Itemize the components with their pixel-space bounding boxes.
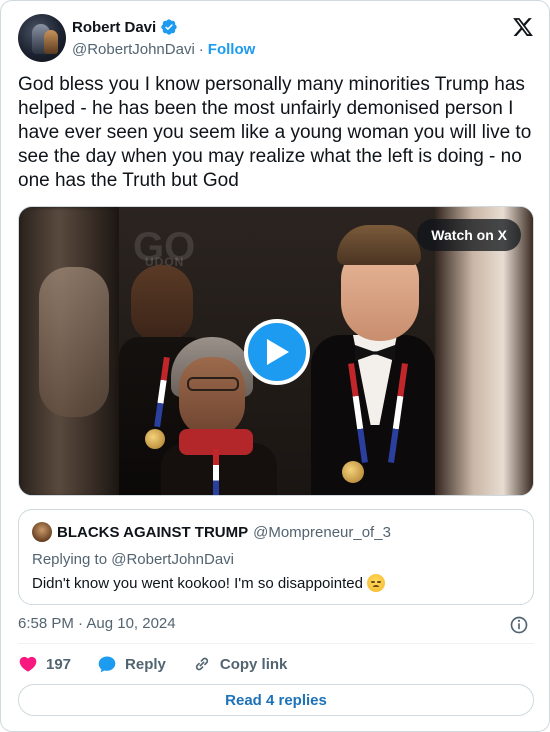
person-center-face: [179, 357, 245, 437]
quoted-author-avatar: [32, 522, 52, 542]
like-button[interactable]: 197: [18, 654, 71, 674]
author-avatar[interactable]: [18, 14, 66, 62]
x-logo-icon[interactable]: [512, 16, 534, 38]
author-handle[interactable]: @RobertJohnDavi: [72, 41, 195, 58]
quoted-tweet[interactable]: BLACKS AGAINST TRUMP @Mompreneur_of_3 Re…: [18, 509, 534, 605]
tweet-timestamp[interactable]: 6:58 PM · Aug 10, 2024: [18, 615, 176, 632]
person-left-head: [131, 265, 193, 341]
copy-link-button[interactable]: Copy link: [192, 654, 288, 674]
author-handle-row: @RobertJohnDavi · Follow: [72, 41, 255, 58]
watch-on-x-button[interactable]: Watch on X: [417, 219, 521, 251]
separator-dot: ·: [198, 41, 204, 58]
quoted-text-row: Didn't know you went kookoo! I'm so disa…: [32, 574, 385, 592]
action-bar: 197 Reply Copy link: [18, 653, 313, 675]
author-name[interactable]: Robert Davi: [72, 19, 156, 36]
tweet-text: God bless you I know personally many min…: [18, 74, 532, 191]
disappointed-face-icon: [366, 574, 385, 592]
tweet-embed-card: Robert Davi @RobertJohnDavi · Follow God…: [0, 0, 550, 732]
tweet-header: Robert Davi @RobertJohnDavi · Follow: [18, 14, 534, 62]
play-button[interactable]: [244, 319, 310, 385]
video-thumbnail[interactable]: GO UDON Watch on X: [18, 206, 534, 496]
like-count: 197: [46, 655, 72, 673]
person-right-hair: [337, 225, 421, 265]
quoted-author-handle: @Mompreneur_of_3: [253, 524, 391, 541]
verified-badge-icon: [161, 19, 177, 35]
copy-link-label: Copy link: [219, 655, 288, 673]
quoted-author-name: BLACKS AGAINST TRUMP: [57, 524, 249, 541]
read-replies-button[interactable]: Read 4 replies: [18, 684, 534, 716]
reply-button[interactable]: Reply: [97, 654, 166, 674]
quoted-author-row: BLACKS AGAINST TRUMP @Mompreneur_of_3: [57, 524, 391, 541]
info-icon[interactable]: [509, 615, 529, 635]
quoted-text: Didn't know you went kookoo! I'm so disa…: [32, 574, 363, 592]
play-icon: [267, 339, 289, 365]
reply-label: Reply: [125, 655, 166, 673]
reply-icon: [98, 656, 116, 673]
divider: [18, 643, 534, 644]
author-name-row: Robert Davi: [72, 17, 178, 37]
follow-button[interactable]: Follow: [208, 41, 256, 58]
link-icon: [195, 657, 209, 671]
replying-to-label: Replying to @RobertJohnDavi: [32, 551, 234, 568]
heart-icon: [19, 656, 37, 672]
